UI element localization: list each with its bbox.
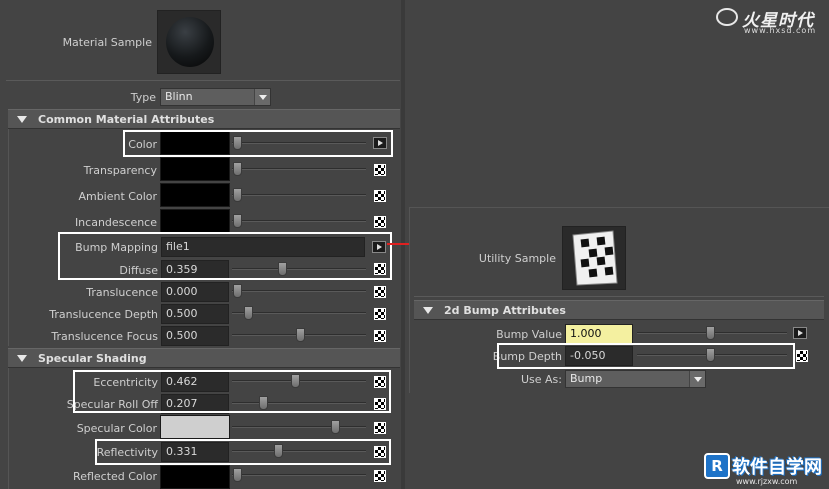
checker-map-icon[interactable] bbox=[374, 216, 386, 228]
checker-map-icon[interactable] bbox=[374, 330, 386, 342]
hxsd-logo: 火星时代 www.hxsd.com bbox=[714, 4, 826, 36]
logo-badge-icon: R bbox=[704, 453, 730, 479]
collapse-triangle-icon[interactable] bbox=[423, 307, 433, 314]
incandescence-slider-track[interactable] bbox=[232, 220, 366, 222]
checker-map-icon[interactable] bbox=[374, 422, 386, 434]
incandescence-slider-thumb[interactable] bbox=[233, 214, 242, 228]
section-title: 2d Bump Attributes bbox=[444, 304, 566, 317]
highlight-box-bump-depth bbox=[497, 343, 795, 369]
common-material-attributes-header[interactable]: Common Material Attributes bbox=[8, 109, 400, 129]
material-sample-swatch[interactable] bbox=[157, 10, 221, 74]
material-sphere-icon bbox=[166, 17, 214, 67]
checker-texture-icon bbox=[572, 230, 618, 286]
highlight-box-bump bbox=[58, 232, 392, 280]
checker-map-icon[interactable] bbox=[374, 286, 386, 298]
checker-map-icon[interactable] bbox=[374, 470, 386, 482]
translucence-depth-slider-thumb[interactable] bbox=[244, 306, 253, 320]
utility-sample-label: Utility Sample bbox=[478, 252, 556, 265]
reflected-color-label: Reflected Color bbox=[73, 470, 157, 483]
translucence-field[interactable]: 0.000 bbox=[161, 282, 229, 302]
divider bbox=[6, 80, 400, 81]
translucence-label: Translucence bbox=[86, 286, 158, 299]
use-as-dropdown[interactable]: Bump bbox=[565, 370, 706, 388]
translucence-focus-slider-thumb[interactable] bbox=[295, 328, 305, 342]
translucence-depth-label: Translucence Depth bbox=[49, 308, 158, 321]
highlight-box-reflectivity bbox=[95, 439, 391, 465]
ambient-slider-track[interactable] bbox=[232, 194, 366, 196]
translucence-slider-track[interactable] bbox=[232, 290, 366, 292]
ambient-color-swatch[interactable] bbox=[160, 183, 230, 207]
logo-url: www.rjzxw.com bbox=[736, 477, 798, 486]
material-sample-label: Material Sample bbox=[62, 36, 152, 49]
reflected-color-slider-track[interactable] bbox=[232, 474, 366, 476]
translucence-slider-thumb[interactable] bbox=[233, 284, 242, 298]
transparency-slider-thumb[interactable] bbox=[233, 162, 242, 176]
ambient-color-label: Ambient Color bbox=[78, 190, 157, 203]
specular-color-slider-track[interactable] bbox=[232, 426, 366, 428]
logo-text: 软件自学网 bbox=[732, 457, 822, 478]
transparency-swatch[interactable] bbox=[160, 157, 230, 181]
chevron-down-icon[interactable] bbox=[254, 89, 270, 105]
translucence-depth-field[interactable]: 0.500 bbox=[161, 304, 229, 324]
translucence-focus-label: Translucence Focus bbox=[51, 330, 158, 343]
type-dropdown-value: Blinn bbox=[165, 90, 193, 103]
transparency-label: Transparency bbox=[83, 164, 157, 177]
reflected-color-slider-thumb[interactable] bbox=[233, 468, 242, 482]
use-as-value: Bump bbox=[570, 372, 603, 385]
logo-ring-icon bbox=[716, 8, 738, 26]
bump-value-field[interactable]: 1.000 bbox=[565, 324, 633, 344]
bump-value-label: Bump Value bbox=[496, 328, 562, 341]
specular-color-label: Specular Color bbox=[76, 422, 157, 435]
specular-color-slider-thumb[interactable] bbox=[331, 420, 340, 434]
section-title: Specular Shading bbox=[38, 352, 147, 365]
utility-sample-swatch[interactable] bbox=[562, 226, 626, 290]
map-connection-icon[interactable] bbox=[793, 327, 807, 339]
incandescence-label: Incandescence bbox=[74, 216, 157, 229]
use-as-label: Use As: bbox=[520, 373, 562, 386]
type-label: Type bbox=[130, 91, 156, 104]
specular-shading-header[interactable]: Specular Shading bbox=[8, 348, 400, 368]
specular-color-swatch[interactable] bbox=[160, 415, 230, 439]
highlight-box-specular bbox=[73, 370, 391, 413]
rjzxw-logo: R 软件自学网 www.rjzxw.com bbox=[704, 453, 826, 487]
highlight-box-color bbox=[123, 130, 393, 157]
chevron-down-icon[interactable] bbox=[689, 371, 705, 387]
divider bbox=[414, 296, 824, 297]
transparency-slider-track[interactable] bbox=[232, 168, 366, 170]
translucence-focus-field[interactable]: 0.500 bbox=[161, 326, 229, 346]
type-dropdown[interactable]: Blinn bbox=[160, 88, 271, 106]
2d-bump-attributes-header[interactable]: 2d Bump Attributes bbox=[414, 300, 824, 320]
incandescence-swatch[interactable] bbox=[160, 209, 230, 233]
checker-map-icon[interactable] bbox=[374, 308, 386, 320]
bump-value-slider-thumb[interactable] bbox=[706, 326, 715, 340]
logo-url: www.hxsd.com bbox=[744, 26, 817, 35]
checker-map-icon[interactable] bbox=[374, 164, 386, 176]
checker-map-icon[interactable] bbox=[796, 350, 808, 362]
checker-map-icon[interactable] bbox=[374, 190, 386, 202]
ambient-slider-thumb[interactable] bbox=[233, 188, 242, 202]
reflected-color-swatch[interactable] bbox=[160, 465, 230, 489]
collapse-triangle-icon[interactable] bbox=[17, 355, 27, 362]
collapse-triangle-icon[interactable] bbox=[17, 116, 27, 123]
section-title: Common Material Attributes bbox=[38, 113, 215, 126]
